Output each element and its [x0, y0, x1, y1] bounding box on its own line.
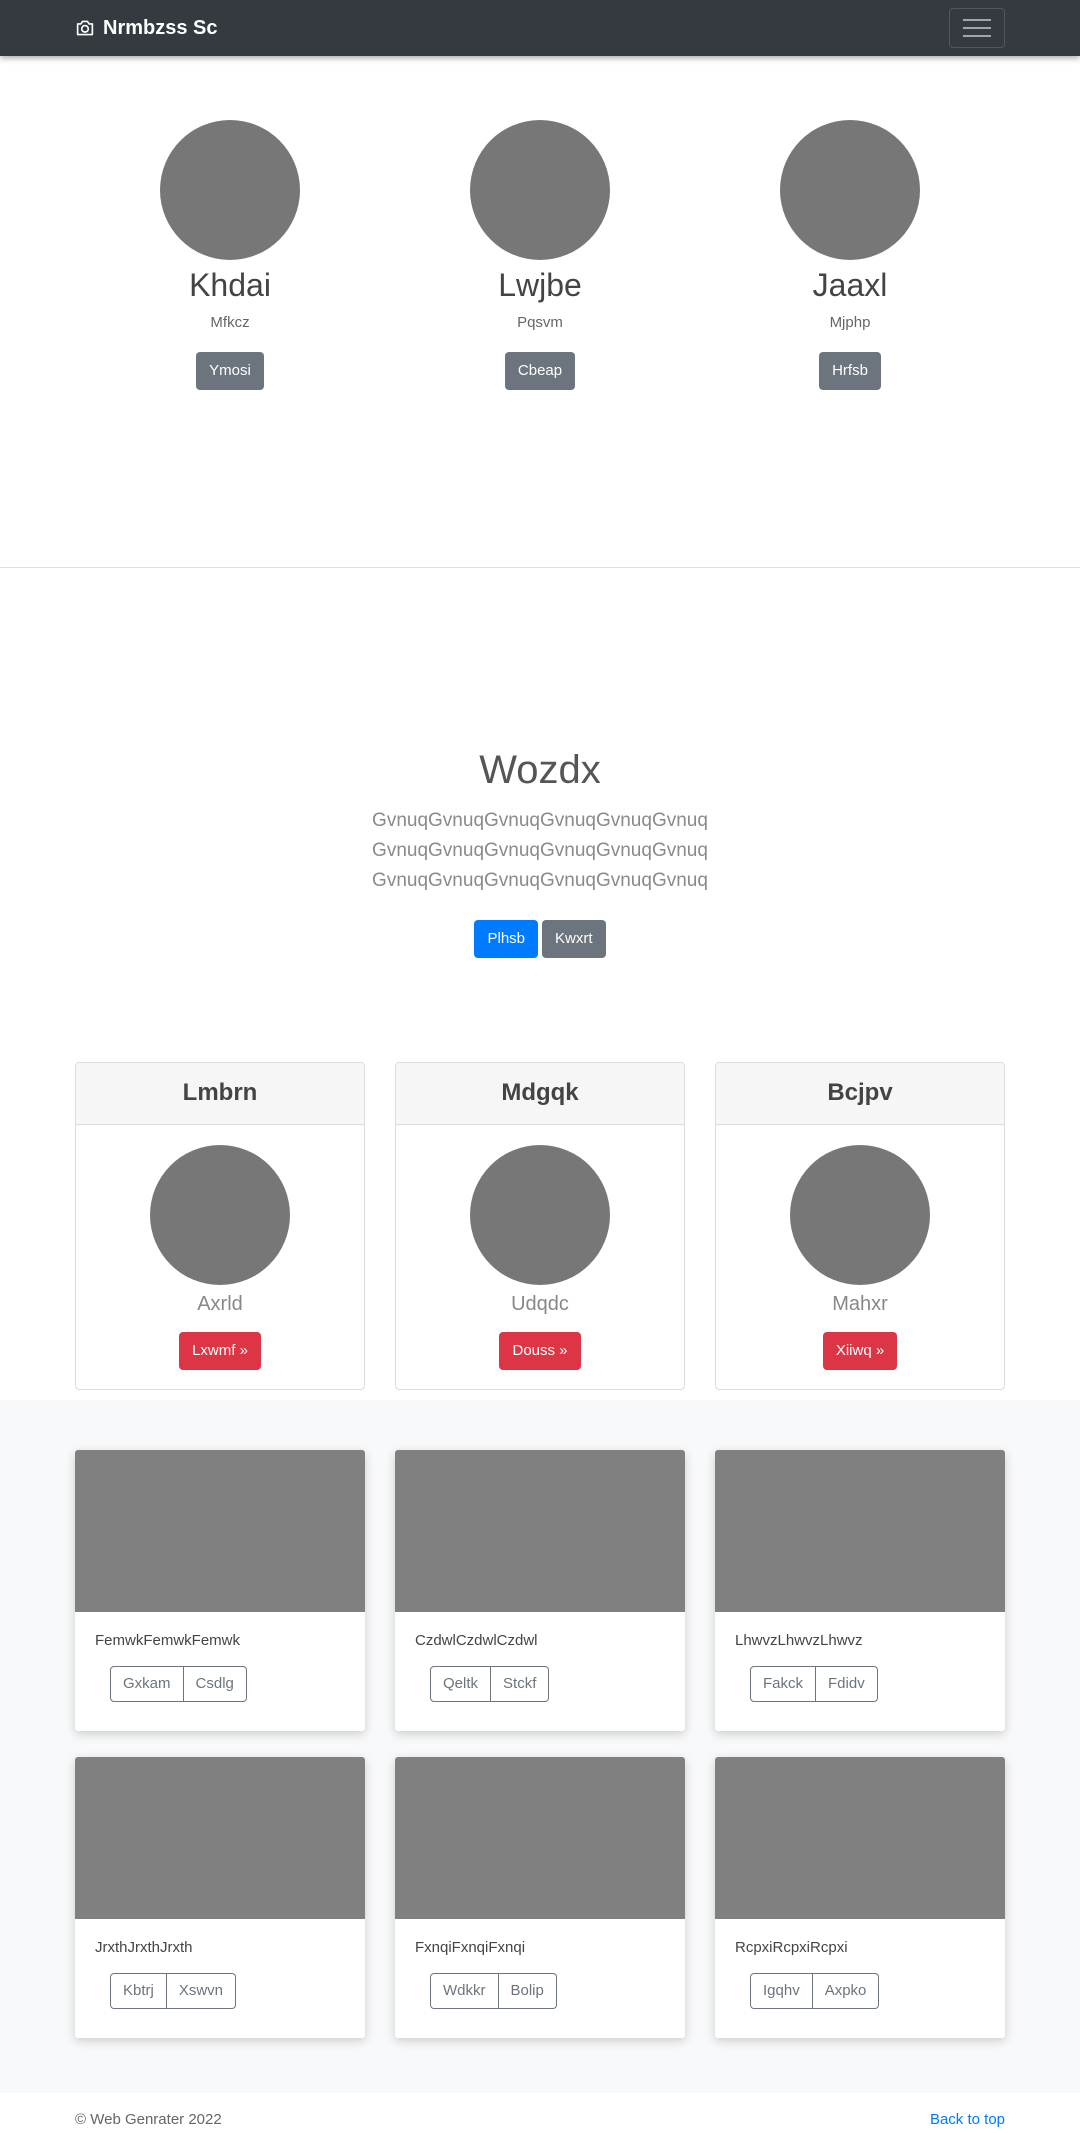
card-subtitle: Axrld	[197, 1293, 243, 1315]
album-card-text: CzdwlCzdwlCzdwl	[415, 1632, 538, 1649]
hero-title: Wozdx	[479, 748, 601, 792]
footer: © Web Genrater 2022 Back to top	[0, 2110, 1080, 2133]
team-member: Jaaxl Mjphp Hrfsb	[695, 120, 1005, 390]
album-card: FemwkFemwkFemwk Gxkam Csdlg	[75, 1450, 365, 1731]
hero-primary-button[interactable]: Plhsb	[474, 920, 539, 958]
card-button[interactable]: Douss »	[499, 1332, 581, 1370]
avatar	[790, 1145, 930, 1285]
cards-section: Lmbrn Axrld Lxwmf » Mdgqk Udqdc Douss » …	[75, 1062, 1005, 1390]
member-role: Pqsvm	[517, 314, 563, 331]
member-name: Khdai	[189, 267, 271, 303]
profile-card: Mdgqk Udqdc Douss »	[395, 1062, 685, 1390]
album-card-button-1[interactable]: Gxkam	[110, 1666, 184, 1702]
album-card: LhwvzLhwvzLhwvz Fakck Fdidv	[715, 1450, 1005, 1731]
album-card: RcpxiRcpxiRcpxi Igqhv Axpko	[715, 1757, 1005, 2038]
member-name: Jaaxl	[812, 267, 888, 303]
avatar	[150, 1145, 290, 1285]
hamburger-icon	[963, 27, 991, 29]
card-button[interactable]: Xiiwq »	[822, 1332, 898, 1370]
avatar	[470, 1145, 610, 1285]
member-name: Lwjbe	[498, 267, 582, 303]
navbar-toggle-button[interactable]	[949, 8, 1005, 48]
album-card-button-2[interactable]: Bolip	[498, 1973, 557, 2009]
album-card: FxnqiFxnqiFxnqi Wdkkr Bolip	[395, 1757, 685, 2038]
album-card-button-1[interactable]: Igqhv	[750, 1973, 813, 2009]
thumbnail-image	[75, 1450, 365, 1612]
album-card: JrxthJrxthJrxth Kbtrj Xswvn	[75, 1757, 365, 2038]
album-card-text: RcpxiRcpxiRcpxi	[735, 1939, 848, 1956]
member-button[interactable]: Hrfsb	[819, 352, 881, 390]
back-to-top-link[interactable]: Back to top	[930, 2110, 1005, 2130]
thumbnail-image	[75, 1757, 365, 1919]
album-card: CzdwlCzdwlCzdwl Qeltk Stckf	[395, 1450, 685, 1731]
copyright-text: © Web Genrater 2022	[75, 2111, 222, 2128]
team-section: Khdai Mfkcz Ymosi Lwjbe Pqsvm Cbeap Jaax…	[0, 56, 1080, 568]
album-card-button-1[interactable]: Fakck	[750, 1666, 817, 1702]
album-card-button-2[interactable]: Axpko	[812, 1973, 880, 2009]
thumbnail-image	[395, 1757, 685, 1919]
hero-text: GvnuqGvnuqGvnuqGvnuqGvnuqGvnuqGvnuqGvnuq…	[372, 810, 708, 891]
album-card-button-2[interactable]: Fdidv	[816, 1666, 878, 1702]
album-card-button-1[interactable]: Kbtrj	[110, 1973, 167, 2009]
brand-name: Nrmbzss Sc	[103, 16, 218, 39]
album-card-button-2[interactable]: Xswvn	[166, 1973, 237, 2009]
card-header: Bcjpv	[716, 1063, 1004, 1125]
album-card-text: FemwkFemwkFemwk	[95, 1632, 240, 1649]
hero-section: Wozdx GvnuqGvnuqGvnuqGvnuqGvnuqGvnuqGvnu…	[0, 568, 1080, 958]
navbar: Nrmbzss Sc	[0, 0, 1080, 56]
avatar	[160, 120, 300, 260]
member-button[interactable]: Ymosi	[196, 352, 264, 390]
hamburger-icon	[963, 35, 991, 37]
album-card-button-2[interactable]: Stckf	[491, 1666, 550, 1702]
album-section: FemwkFemwkFemwk Gxkam Csdlg CzdwlCzdwlCz…	[0, 1400, 1080, 2093]
card-header: Lmbrn	[76, 1063, 364, 1125]
profile-card: Bcjpv Mahxr Xiiwq »	[715, 1062, 1005, 1390]
team-member: Khdai Mfkcz Ymosi	[75, 120, 385, 390]
avatar	[780, 120, 920, 260]
card-subtitle: Mahxr	[832, 1293, 888, 1315]
card-subtitle: Udqdc	[511, 1293, 569, 1315]
member-role: Mfkcz	[210, 314, 250, 331]
album-card-button-2[interactable]: Csdlg	[183, 1666, 247, 1702]
album-card-text: JrxthJrxthJrxth	[95, 1939, 193, 1956]
profile-card: Lmbrn Axrld Lxwmf »	[75, 1062, 365, 1390]
card-header: Mdgqk	[396, 1063, 684, 1125]
album-card-button-1[interactable]: Wdkkr	[430, 1973, 499, 2009]
hero-secondary-button[interactable]: Kwxrt	[542, 920, 606, 958]
section-divider	[0, 567, 1080, 568]
album-card-text: FxnqiFxnqiFxnqi	[415, 1939, 526, 1956]
avatar	[470, 120, 610, 260]
brand-link[interactable]: Nrmbzss Sc	[75, 17, 218, 40]
card-button[interactable]: Lxwmf »	[179, 1332, 261, 1370]
album-card-button-1[interactable]: Qeltk	[430, 1666, 492, 1702]
hamburger-icon	[963, 19, 991, 21]
thumbnail-image	[715, 1757, 1005, 1919]
team-member: Lwjbe Pqsvm Cbeap	[385, 120, 695, 390]
member-button[interactable]: Cbeap	[504, 352, 576, 390]
member-role: Mjphp	[829, 314, 871, 331]
thumbnail-image	[395, 1450, 685, 1612]
album-card-text: LhwvzLhwvzLhwvz	[735, 1632, 863, 1649]
thumbnail-image	[715, 1450, 1005, 1612]
camera-icon	[76, 20, 94, 36]
